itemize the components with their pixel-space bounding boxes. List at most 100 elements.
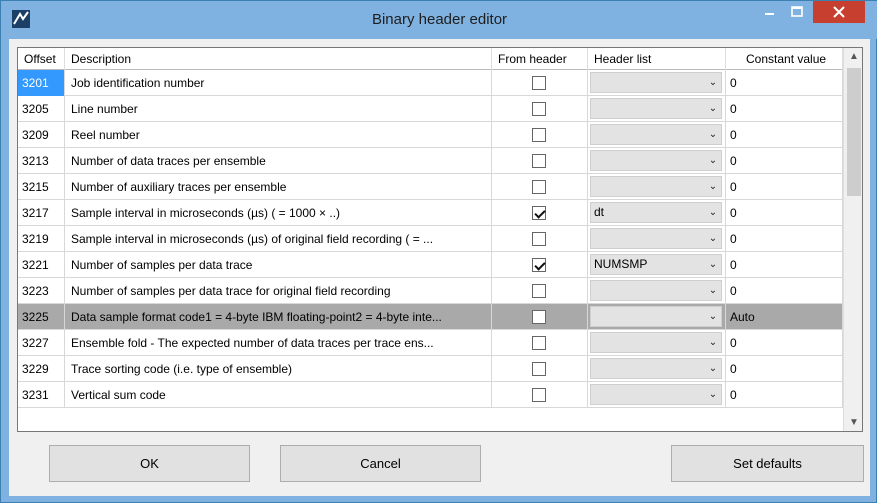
chevron-down-icon[interactable]: ⌄ <box>706 99 720 118</box>
table-row[interactable]: 3217 Sample interval in microseconds (µs)… <box>18 200 862 226</box>
table-row[interactable]: 3221 Number of samples per data trace NUMS… <box>18 252 862 278</box>
from-header-cell <box>492 304 588 330</box>
offset-cell: 3209 <box>18 122 65 148</box>
from-header-checkbox[interactable] <box>532 362 546 376</box>
from-header-checkbox[interactable] <box>532 128 546 142</box>
constant-value-field[interactable]: 0 <box>726 252 843 278</box>
from-header-cell <box>492 252 588 278</box>
table-row[interactable]: 3225 Data sample format code1 = 4-byte IB… <box>18 304 862 330</box>
from-header-cell <box>492 70 588 96</box>
description-cell: Number of data traces per ensemble <box>65 148 492 174</box>
offset-cell: 3223 <box>18 278 65 304</box>
constant-value-field[interactable]: 0 <box>726 96 843 122</box>
description-cell: Number of auxiliary traces per ensemble <box>65 174 492 200</box>
constant-value-field[interactable]: 0 <box>726 278 843 304</box>
table-row[interactable]: 3231 Vertical sum code ⌄ 0 <box>18 382 862 408</box>
header-list-dropdown[interactable]: ⌄ <box>590 124 722 145</box>
header-list-dropdown[interactable]: ⌄ <box>590 358 722 379</box>
from-header-checkbox[interactable] <box>532 206 546 220</box>
from-header-checkbox[interactable] <box>532 232 546 246</box>
constant-value-field[interactable]: 0 <box>726 382 843 408</box>
close-icon <box>833 6 845 18</box>
table-row[interactable]: 3215 Number of auxiliary traces per ensem… <box>18 174 862 200</box>
header-list-dropdown[interactable]: ⌄ <box>590 98 722 119</box>
set-defaults-button[interactable]: Set defaults <box>671 445 864 482</box>
column-header-constant-value[interactable]: Constant value <box>726 48 843 70</box>
from-header-checkbox[interactable] <box>532 180 546 194</box>
minimize-button[interactable] <box>755 1 783 23</box>
from-header-cell <box>492 96 588 122</box>
from-header-checkbox[interactable] <box>532 76 546 90</box>
scroll-up-icon[interactable]: ▲ <box>844 48 862 66</box>
header-list-dropdown[interactable]: dt ⌄ <box>590 202 722 223</box>
titlebar[interactable]: Binary header editor <box>1 1 877 39</box>
column-header-from-header[interactable]: From header <box>492 48 588 70</box>
window-title: Binary header editor <box>371 11 508 28</box>
constant-value-field[interactable]: 0 <box>726 148 843 174</box>
maximize-button[interactable] <box>783 1 811 23</box>
from-header-checkbox[interactable] <box>532 336 546 350</box>
ok-button[interactable]: OK <box>49 445 250 482</box>
chevron-down-icon[interactable]: ⌄ <box>706 229 720 248</box>
header-list-dropdown[interactable]: ⌄ <box>590 176 722 197</box>
constant-value-field[interactable]: 0 <box>726 70 843 96</box>
column-header-description[interactable]: Description <box>65 48 492 70</box>
chevron-down-icon[interactable]: ⌄ <box>706 73 720 92</box>
constant-value-field[interactable]: 0 <box>726 174 843 200</box>
column-header-offset[interactable]: Offset <box>18 48 65 70</box>
table-row[interactable]: 3229 Trace sorting code (i.e. type of ens… <box>18 356 862 382</box>
close-button[interactable] <box>813 1 865 23</box>
constant-value-field[interactable]: 0 <box>726 330 843 356</box>
constant-value-field[interactable]: 0 <box>726 226 843 252</box>
chevron-down-icon[interactable]: ⌄ <box>706 255 720 274</box>
table-row[interactable]: 3227 Ensemble fold - The expected number … <box>18 330 862 356</box>
chevron-down-icon[interactable]: ⌄ <box>706 125 720 144</box>
vertical-scrollbar[interactable]: ▲ ▼ <box>843 48 862 431</box>
from-header-checkbox[interactable] <box>532 284 546 298</box>
chevron-down-icon[interactable]: ⌄ <box>706 385 720 404</box>
constant-value-field[interactable]: Auto <box>726 304 843 330</box>
header-list-dropdown[interactable]: ⌄ <box>590 150 722 171</box>
description-cell: Ensemble fold - The expected number of d… <box>65 330 492 356</box>
chevron-down-icon[interactable]: ⌄ <box>706 203 720 222</box>
header-list-dropdown[interactable]: ⌄ <box>590 280 722 301</box>
from-header-cell <box>492 148 588 174</box>
table-row[interactable]: 3223 Number of samples per data trace for… <box>18 278 862 304</box>
constant-value-field[interactable]: 0 <box>726 200 843 226</box>
table-row[interactable]: 3213 Number of data traces per ensemble ⌄ 0 <box>18 148 862 174</box>
from-header-cell <box>492 122 588 148</box>
scroll-thumb[interactable] <box>847 68 861 196</box>
from-header-checkbox[interactable] <box>532 388 546 402</box>
constant-value-field[interactable]: 0 <box>726 122 843 148</box>
from-header-checkbox[interactable] <box>532 102 546 116</box>
from-header-cell <box>492 200 588 226</box>
cancel-button[interactable]: Cancel <box>280 445 481 482</box>
offset-cell: 3229 <box>18 356 65 382</box>
from-header-checkbox[interactable] <box>532 154 546 168</box>
header-list-dropdown[interactable]: NUMSMP ⌄ <box>590 254 722 275</box>
chevron-down-icon[interactable]: ⌄ <box>706 307 720 326</box>
chevron-down-icon[interactable]: ⌄ <box>706 151 720 170</box>
table-row[interactable]: 3201 Job identification number ⌄ 0 <box>18 70 862 96</box>
header-list-dropdown[interactable]: ⌄ <box>590 228 722 249</box>
from-header-checkbox[interactable] <box>532 310 546 324</box>
description-cell: Data sample format code1 = 4-byte IBM fl… <box>65 304 492 330</box>
header-list-dropdown[interactable]: ⌄ <box>590 384 722 405</box>
column-header-header-list[interactable]: Header list <box>588 48 726 70</box>
header-list-dropdown[interactable]: ⌄ <box>590 306 722 327</box>
table-row[interactable]: 3219 Sample interval in microseconds (µs)… <box>18 226 862 252</box>
constant-value-field[interactable]: 0 <box>726 356 843 382</box>
header-list-dropdown[interactable]: ⌄ <box>590 332 722 353</box>
chevron-down-icon[interactable]: ⌄ <box>706 177 720 196</box>
header-list-cell: ⌄ <box>588 174 726 200</box>
table-row[interactable]: 3205 Line number ⌄ 0 <box>18 96 862 122</box>
from-header-checkbox[interactable] <box>532 258 546 272</box>
table-row[interactable]: 3209 Reel number ⌄ 0 <box>18 122 862 148</box>
chevron-down-icon[interactable]: ⌄ <box>706 281 720 300</box>
header-list-dropdown[interactable]: ⌄ <box>590 72 722 93</box>
description-cell: Line number <box>65 96 492 122</box>
chevron-down-icon[interactable]: ⌄ <box>706 359 720 378</box>
dialog-body: Offset Description From header Header li… <box>9 39 870 496</box>
scroll-down-icon[interactable]: ▼ <box>844 414 862 431</box>
chevron-down-icon[interactable]: ⌄ <box>706 333 720 352</box>
